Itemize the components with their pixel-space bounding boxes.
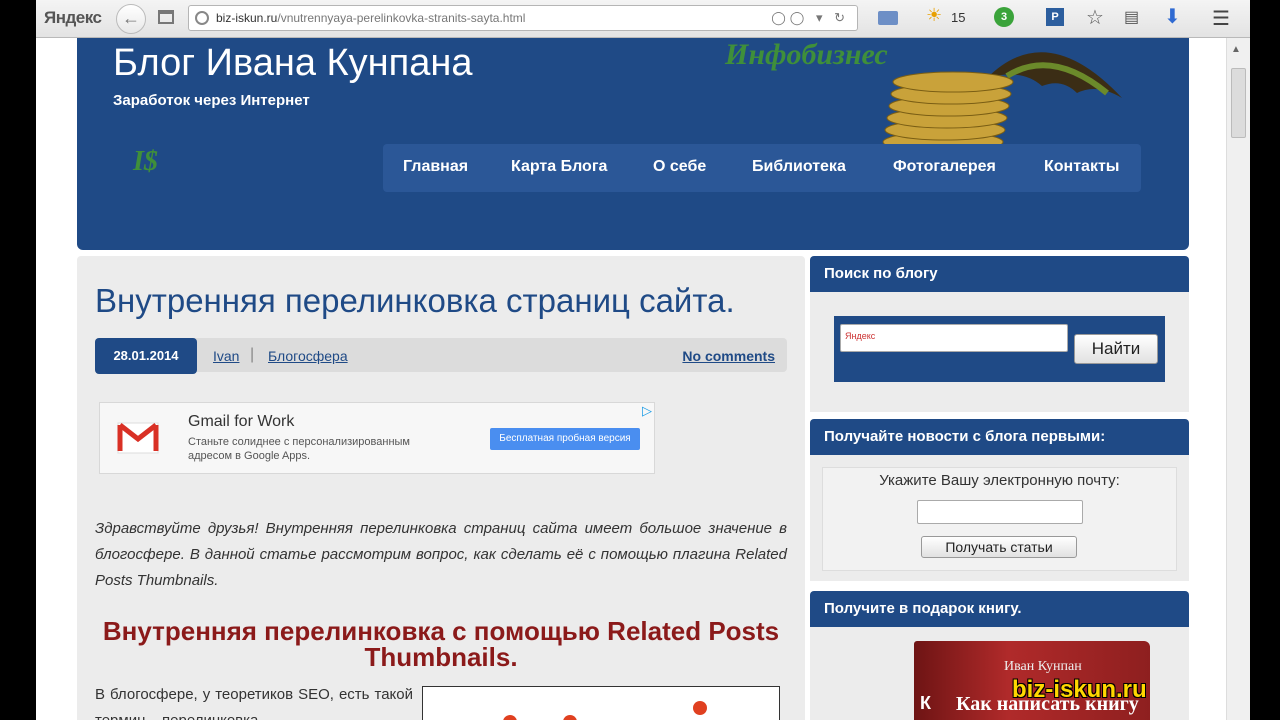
ad-description: Станьте солиднее с персонализированным а… <box>188 435 410 463</box>
scroll-up-icon[interactable]: ▲ <box>1231 44 1241 55</box>
search-button[interactable]: Найти <box>1074 334 1158 364</box>
page-scrollbar[interactable]: ▲ <box>1226 38 1250 720</box>
subscribe-widget-heading: Получайте новости с блога первыми: <box>810 419 1189 455</box>
search-form: Яндекс Найти <box>834 316 1165 382</box>
url-text: biz-iskun.ru/vnutrennyaya-perelinkovka-s… <box>216 11 525 25</box>
download-arrow-icon[interactable]: ⬇ <box>1164 4 1181 29</box>
book-widget-heading: Получите в подарок книгу. <box>810 591 1189 627</box>
screen: Яндекс ← biz-iskun.ru/vnutrennyaya-perel… <box>0 0 1280 720</box>
counter-badge-icon[interactable]: 3 <box>994 7 1014 27</box>
browser-toolbar: Яндекс ← biz-iskun.ru/vnutrennyaya-perel… <box>36 0 1250 38</box>
url-path: /vnutrennyaya-perelinkovka-stranits-sayt… <box>277 11 526 25</box>
comments-link[interactable]: No comments <box>682 348 775 364</box>
address-bar[interactable]: biz-iskun.ru/vnutrennyaya-perelinkovka-s… <box>188 5 858 31</box>
search-widget: Яндекс Найти <box>810 292 1189 412</box>
search-widget-heading: Поиск по блогу <box>810 256 1189 292</box>
post-category-link[interactable]: Блогосфера <box>268 348 348 364</box>
illustration-dot <box>563 715 577 720</box>
left-black-border <box>0 0 36 720</box>
back-button[interactable]: ← <box>116 4 146 34</box>
book-widget: К Иван Кунпан Как написать книгу <box>810 627 1189 720</box>
book-author: Иван Кунпан <box>1004 659 1082 674</box>
search-input[interactable]: Яндекс <box>840 324 1068 352</box>
ad-trial-button[interactable]: Бесплатная пробная версия <box>490 428 640 450</box>
watermark: biz-iskun.ru <box>1012 676 1147 703</box>
tabs-icon[interactable] <box>158 10 174 24</box>
post-body-text: В блогосфере, у теоретиков SEO, есть так… <box>95 686 413 720</box>
post-intro: Здравствуйте друзья! Внутренняя перелинк… <box>95 520 787 589</box>
url-host: biz-iskun.ru <box>216 11 278 25</box>
bookmark-star-icon[interactable]: ☆ <box>1086 5 1104 30</box>
email-label: Укажите Вашу электронную почту: <box>879 472 1120 489</box>
web-page: Блог Ивана Кунпана Заработок через Интер… <box>36 38 1226 720</box>
ad-desc-line-2: адресом в Google Apps. <box>188 450 311 462</box>
nav-photo-gallery[interactable]: Фотогалерея <box>893 158 996 176</box>
reader-reload-icons[interactable]: ◯◯ ▾ ↻ <box>771 10 849 26</box>
gmail-ad[interactable]: Gmail for Work Станьте солиднее с персон… <box>99 402 655 474</box>
adchoices-icon[interactable]: ▷ <box>642 403 652 419</box>
nav-about[interactable]: О себе <box>653 158 706 176</box>
mail-icon[interactable] <box>878 11 898 25</box>
plugin-p-icon[interactable]: P <box>1046 8 1064 26</box>
nav-library[interactable]: Библиотека <box>752 158 846 176</box>
ad-title: Gmail for Work <box>188 413 295 430</box>
meta-separator: | <box>250 346 255 363</box>
post-author-link[interactable]: Ivan <box>213 348 239 364</box>
right-black-border <box>1250 0 1280 720</box>
post-illustration <box>422 686 780 720</box>
post-date: 28.01.2014 <box>95 338 197 374</box>
infobiz-label: Инфобизнес <box>725 38 888 71</box>
site-header: Блог Ивана Кунпана Заработок через Интер… <box>77 38 1189 250</box>
globe-icon <box>195 11 209 25</box>
post-subheading: Внутренняя перелинковка с помощью Relate… <box>102 616 780 672</box>
email-field[interactable] <box>917 500 1083 524</box>
nav-contacts[interactable]: Контакты <box>1044 158 1119 176</box>
yandex-logo[interactable]: Яндекс <box>44 8 102 28</box>
book-spine-letter: К <box>920 693 931 713</box>
nav-home[interactable]: Главная <box>403 158 468 176</box>
gmail-icon <box>117 422 159 454</box>
post-content: Внутренняя перелинковка страниц сайта. 2… <box>77 256 805 720</box>
menu-icon[interactable]: ☰ <box>1212 6 1230 31</box>
subscribe-button[interactable]: Получать статьи <box>921 536 1077 558</box>
illustration-dot <box>503 715 517 720</box>
main-nav: Главная Карта Блога О себе Библиотека Фо… <box>383 144 1141 192</box>
ad-desc-line-1: Станьте солиднее с персонализированным <box>188 436 410 448</box>
clipboard-icon[interactable]: ▤ <box>1124 7 1139 27</box>
weather-temperature[interactable]: 15 <box>951 10 965 25</box>
post-meta-bar: 28.01.2014 Ivan | Блогосфера No comments <box>95 338 787 374</box>
post-title[interactable]: Внутренняя перелинковка страниц сайта. <box>95 282 735 320</box>
subscribe-widget: Укажите Вашу электронную почту: Получать… <box>810 455 1189 581</box>
site-tagline: Заработок через Интернет <box>113 92 310 109</box>
site-title[interactable]: Блог Ивана Кунпана <box>113 42 473 85</box>
weather-sun-icon[interactable]: ☀ <box>926 5 942 26</box>
subscribe-form: Укажите Вашу электронную почту: Получать… <box>822 467 1177 571</box>
illustration-dot <box>693 701 707 715</box>
scroll-thumb[interactable] <box>1231 68 1246 138</box>
nav-blog-map[interactable]: Карта Блога <box>511 158 607 176</box>
logo-mark: I$ <box>133 146 158 177</box>
